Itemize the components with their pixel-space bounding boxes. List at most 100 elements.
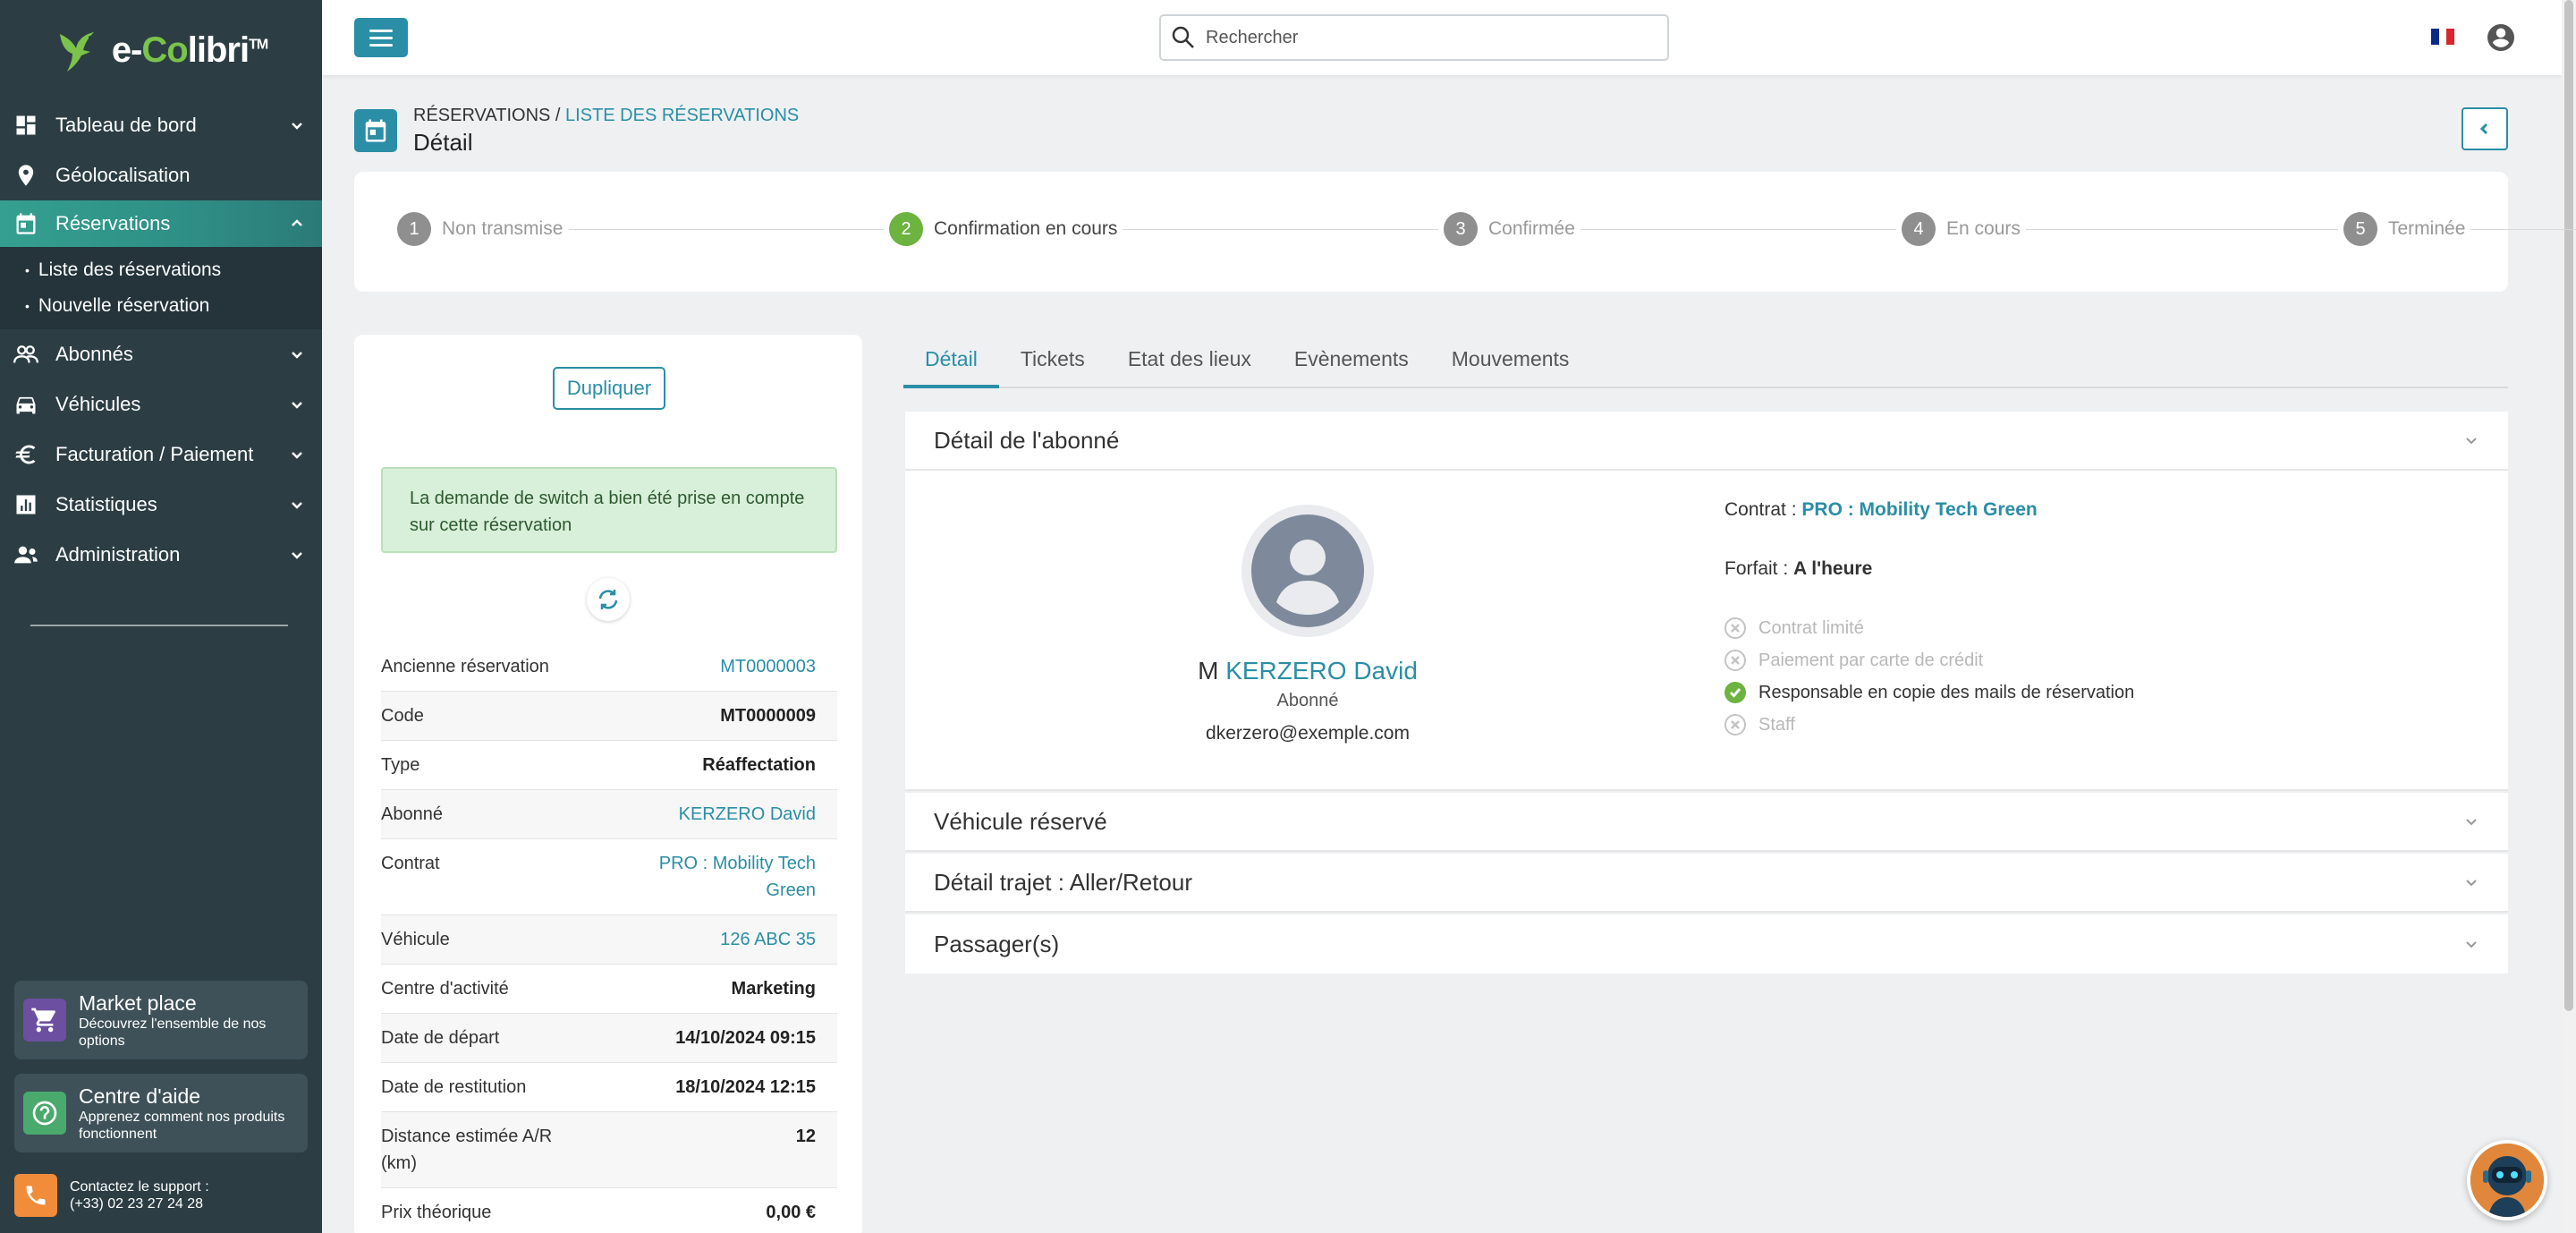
breadcrumb: RÉSERVATIONS / LISTE DES RÉSERVATIONS xyxy=(413,106,800,125)
subscriber-link[interactable]: KERZERO David xyxy=(679,801,816,828)
tab-etat-des-lieux[interactable]: Etat des lieux xyxy=(1106,336,1273,388)
search-box[interactable] xyxy=(1159,14,1669,61)
x-circle-icon xyxy=(1724,617,1746,639)
sidebar-nav-rest: Abonnés Véhicules Facturation / Paiement… xyxy=(0,329,322,580)
x-circle-icon xyxy=(1724,650,1746,671)
subscriber-email: dkerzero@exemple.com xyxy=(1206,723,1410,744)
logo[interactable]: e-ColibriTM xyxy=(0,0,322,100)
hummingbird-logo-icon xyxy=(59,32,94,72)
search-icon xyxy=(1172,26,1194,48)
trip-detail-header[interactable]: Détail trajet : Aller/Retour xyxy=(905,854,2508,913)
sidebar-item-vehicules[interactable]: Véhicules xyxy=(0,379,322,429)
option-paiement-carte: Paiement par carte de crédit xyxy=(1724,650,1983,671)
phone-icon xyxy=(14,1174,57,1217)
sidebar-item-label: Statistiques xyxy=(55,493,157,515)
option-staff: Staff xyxy=(1724,714,1795,736)
duplicate-button[interactable]: Dupliquer xyxy=(553,367,665,410)
chevron-down-icon xyxy=(288,345,306,363)
sidebar-item-tableau-de-bord[interactable]: Tableau de bord xyxy=(0,100,322,150)
sidebar-item-facturation[interactable]: Facturation / Paiement xyxy=(0,429,322,480)
search-input[interactable] xyxy=(1206,27,1653,48)
tab-tickets[interactable]: Tickets xyxy=(999,336,1106,388)
info-row-contrat: Contrat PRO : Mobility Tech Green xyxy=(381,839,837,915)
dashboard-icon xyxy=(13,112,39,139)
trip-detail-panel: Détail trajet : Aller/Retour xyxy=(905,854,2508,913)
x-circle-icon xyxy=(1724,714,1746,736)
reservations-subnav: Liste des réservations Nouvelle réservat… xyxy=(0,247,322,329)
contract-field: Contrat : PRO : Mobility Tech Green xyxy=(1724,499,2038,520)
plan-field: Forfait : A l'heure xyxy=(1724,558,1873,579)
step-terminee: 5 Terminée xyxy=(2338,211,2471,247)
sidebar-item-statistiques[interactable]: Statistiques xyxy=(0,480,322,530)
market-place-card[interactable]: Market place Découvrez l'ensemble de nos… xyxy=(14,981,308,1059)
calendar-icon xyxy=(13,210,39,237)
switch-sync-button[interactable] xyxy=(587,578,630,621)
sidebar-item-administration[interactable]: Administration xyxy=(0,530,322,580)
option-responsable-copie: Responsable en copie des mails de réserv… xyxy=(1724,682,2134,703)
page-scrollbar[interactable] xyxy=(2562,0,2576,1233)
back-button[interactable] xyxy=(2462,107,2508,150)
info-row-type: Type Réaffectation xyxy=(381,741,837,790)
subscriber-name-link[interactable]: KERZERO David xyxy=(1225,657,1418,685)
help-icon xyxy=(23,1092,66,1135)
passengers-header[interactable]: Passager(s) xyxy=(905,914,2508,974)
info-row-centre-activite: Centre d'activité Marketing xyxy=(381,965,837,1014)
info-row-vehicule: Véhicule 126 ABC 35 xyxy=(381,915,837,965)
vehicle-reserved-header[interactable]: Véhicule réservé xyxy=(905,793,2508,852)
french-flag-icon[interactable] xyxy=(2431,29,2455,45)
sidebar-item-label: Abonnés xyxy=(55,343,133,365)
chevron-down-icon xyxy=(288,546,306,564)
user-account-icon[interactable] xyxy=(2485,21,2517,54)
reservation-summary-card: Dupliquer La demande de switch a bien ét… xyxy=(354,335,862,1233)
sidebar-divider xyxy=(30,625,288,626)
subscriber-detail-header[interactable]: Détail de l'abonné xyxy=(905,412,2508,471)
support-contact[interactable]: Contactez le support : (+33) 02 23 27 24… xyxy=(14,1174,209,1217)
sidebar-item-label: Véhicules xyxy=(55,393,141,415)
tab-detail[interactable]: Détail xyxy=(903,336,999,388)
topbar xyxy=(322,0,2562,75)
vehicle-reserved-panel: Véhicule réservé xyxy=(905,793,2508,852)
chevron-down-icon xyxy=(2466,819,2477,826)
help-center-desc: Apprenez comment nos produits fonctionne… xyxy=(79,1109,285,1142)
page-title: Détail xyxy=(413,129,473,156)
sidebar-subitem-nouvelle-reservation[interactable]: Nouvelle réservation xyxy=(0,288,322,324)
info-row-abonne: Abonné KERZERO David xyxy=(381,790,837,839)
logo-text: e-ColibriTM xyxy=(111,30,268,70)
step-en-cours: 4 En cours xyxy=(1896,211,2026,247)
sidebar-item-label: Tableau de bord xyxy=(55,114,197,136)
tab-evenements[interactable]: Evènements xyxy=(1273,336,1430,388)
vehicle-link[interactable]: 126 ABC 35 xyxy=(720,926,816,953)
calendar-icon xyxy=(354,109,397,152)
admin-icon xyxy=(13,541,39,568)
info-row-date-restitution: Date de restitution 18/10/2024 12:15 xyxy=(381,1063,837,1112)
option-contrat-limite: Contrat limité xyxy=(1724,617,1864,639)
breadcrumb-link-liste[interactable]: LISTE DES RÉSERVATIONS xyxy=(565,106,799,125)
help-center-card[interactable]: Centre d'aide Apprenez comment nos produ… xyxy=(14,1074,308,1152)
sidebar-item-geolocalisation[interactable]: Géolocalisation xyxy=(0,150,322,200)
sidebar-item-label: Facturation / Paiement xyxy=(55,443,254,465)
sidebar-subitem-liste-reservations[interactable]: Liste des réservations xyxy=(0,252,322,288)
chevron-down-icon xyxy=(2466,941,2477,948)
market-place-desc: Découvrez l'ensemble de nos options xyxy=(79,1016,267,1049)
step-non-transmise: 1 Non transmise xyxy=(392,211,569,247)
cart-icon xyxy=(23,999,66,1042)
step-confirmee: 3 Confirmée xyxy=(1438,211,1580,247)
info-row-prix: Prix théorique 0,00 € xyxy=(381,1188,837,1233)
sidebar-item-label: Réservations xyxy=(55,212,171,234)
status-stepper: 1 Non transmise 2 Confirmation en cours 3C… xyxy=(354,172,2576,292)
sidebar-nav: Tableau de bord Géolocalisation Réservat… xyxy=(0,100,322,247)
contract-link[interactable]: PRO : Mobility Tech Green xyxy=(1801,499,2037,520)
hamburger-menu-button[interactable] xyxy=(354,18,408,57)
breadcrumb-root: RÉSERVATIONS xyxy=(413,106,551,125)
sidebar-item-reservations[interactable]: Réservations xyxy=(0,200,322,247)
info-row-date-depart: Date de départ 14/10/2024 09:15 xyxy=(381,1014,837,1063)
info-row-distance: Distance estimée A/R (km) 12 xyxy=(381,1112,837,1188)
contract-link[interactable]: PRO : Mobility Tech Green xyxy=(637,850,816,904)
support-label: Contactez le support : xyxy=(70,1179,209,1195)
old-reservation-link[interactable]: MT0000003 xyxy=(720,653,816,680)
step-confirmation-en-cours: 2 Confirmation en cours xyxy=(884,211,1123,247)
tab-mouvements[interactable]: Mouvements xyxy=(1430,336,1591,388)
chevron-down-icon xyxy=(2466,438,2477,445)
sidebar-item-abonnes[interactable]: Abonnés xyxy=(0,329,322,379)
chatbot-robot-icon[interactable] xyxy=(2467,1140,2547,1220)
